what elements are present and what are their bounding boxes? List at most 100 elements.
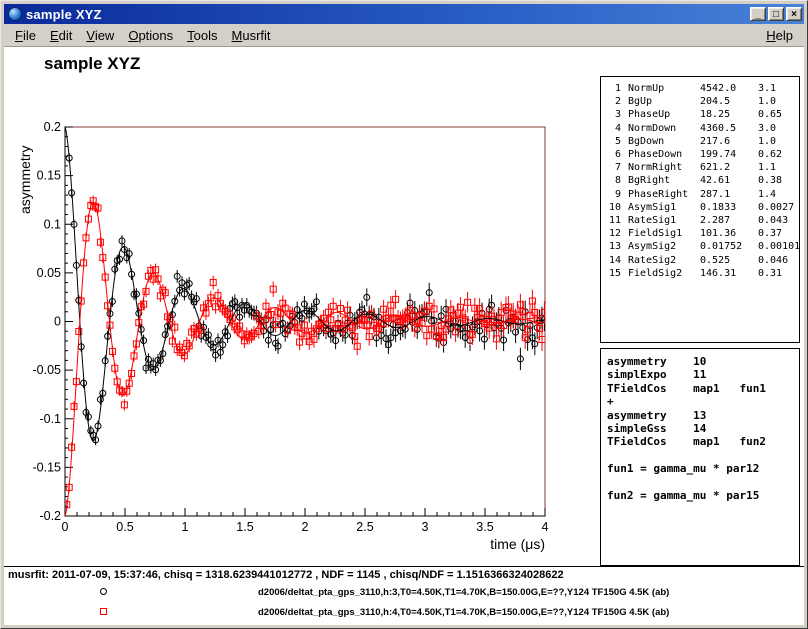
minimize-button[interactable]: _ [750, 7, 766, 21]
svg-text:0.05: 0.05 [37, 266, 61, 280]
param-row: 5BgDown217.61.0 [605, 135, 799, 148]
param-row: 7NormRight621.21.1 [605, 161, 799, 174]
param-name: AsymSig1 [628, 201, 700, 214]
param-name: BgRight [628, 174, 700, 187]
svg-text:4: 4 [542, 520, 549, 534]
theory-line: + [607, 395, 799, 408]
stats-separator [4, 566, 804, 567]
param-error: 0.00101 [758, 240, 800, 253]
param-value: 0.01752 [700, 240, 758, 253]
param-no: 8 [605, 174, 621, 187]
menu-item-view[interactable]: View [79, 26, 121, 45]
param-row: 12 FieldSig1101.360.37 [605, 227, 799, 240]
param-value: 2.287 [700, 214, 758, 227]
theory-line: TFieldCos map1 fun1 [607, 382, 799, 395]
param-row: 2BgUp204.51.0 [605, 95, 799, 108]
param-value: 204.5 [700, 95, 758, 108]
param-name: NormRight [628, 161, 700, 174]
menu-item-musrfit[interactable]: Musrfit [225, 26, 278, 45]
svg-text:0: 0 [54, 315, 61, 329]
menu-item-options[interactable]: Options [121, 26, 180, 45]
param-name: RateSig2 [628, 254, 700, 267]
param-name: PhaseRight [628, 188, 700, 201]
param-name: BgDown [628, 135, 700, 148]
param-row: 9PhaseRight287.11.4 [605, 188, 799, 201]
titlebar[interactable]: sample XYZ _□× [4, 4, 804, 24]
theory-line [607, 476, 799, 489]
parameter-table-rows: 1NormUp4542.03.12BgUp204.51.03PhaseUp18.… [605, 82, 799, 280]
param-error: 3.1 [758, 82, 799, 95]
param-no: 12 [605, 227, 621, 240]
app-icon[interactable] [8, 7, 22, 21]
param-row: 8 BgRight42.610.38 [605, 174, 799, 187]
param-error: 0.37 [758, 227, 799, 240]
param-row: 4NormDown4360.53.0 [605, 122, 799, 135]
menu-item-help[interactable]: Help [759, 26, 800, 45]
svg-text:1.5: 1.5 [236, 520, 253, 534]
param-value: 101.36 [700, 227, 758, 240]
svg-text:3.5: 3.5 [476, 520, 493, 534]
param-error: 1.1 [758, 161, 799, 174]
param-error: 1.0 [758, 135, 799, 148]
legend-label: d2006/deltat_pta_gps_3110,h:3,T0=4.50K,T… [258, 587, 669, 598]
svg-text:0.1: 0.1 [44, 217, 61, 231]
svg-text:0.2: 0.2 [44, 120, 61, 134]
canvas-area: sample XYZ 0.20.150.10.050-0.05-0.1-0.15… [4, 47, 804, 625]
param-error: 0.38 [758, 174, 799, 187]
param-name: FieldSig2 [628, 267, 700, 280]
param-error: 0.62 [758, 148, 799, 161]
menu-item-edit[interactable]: Edit [43, 26, 79, 45]
svg-text:-0.2: -0.2 [39, 509, 61, 523]
svg-text:0: 0 [62, 520, 69, 534]
legend-row: d2006/deltat_pta_gps_3110,h:3,T0=4.50K,T… [4, 584, 804, 602]
theory-line: fun1 = gamma_mu * par12 [607, 462, 799, 475]
param-name: NormUp [628, 82, 700, 95]
y-tick-labels: 0.20.150.10.050-0.05-0.1-0.15-0.2 [33, 120, 62, 523]
param-no: 13 [605, 240, 621, 253]
series-squares [64, 196, 548, 510]
param-no: 11 [605, 214, 621, 227]
param-value: 4360.5 [700, 122, 758, 135]
svg-text:-0.15: -0.15 [33, 460, 62, 474]
legend-marker-square [100, 608, 107, 615]
maximize-button[interactable]: □ [768, 7, 784, 21]
menu-item-file[interactable]: File [8, 26, 43, 45]
legend-row: d2006/deltat_pta_gps_3110,h:4,T0=4.50K,T… [4, 604, 804, 622]
svg-text:0.5: 0.5 [116, 520, 133, 534]
fit-stats: musrfit: 2011-07-09, 15:37:46, chisq = 1… [8, 569, 564, 581]
param-no: 1 [605, 82, 621, 95]
param-value: 199.74 [700, 148, 758, 161]
param-error: 0.65 [758, 108, 799, 121]
param-row: 3 PhaseUp18.250.65 [605, 108, 799, 121]
param-row: 1NormUp4542.03.1 [605, 82, 799, 95]
param-no: 14 [605, 254, 621, 267]
param-value: 0.525 [700, 254, 758, 267]
param-name: FieldSig1 [628, 227, 700, 240]
app-window: sample XYZ _□× FileEditViewOptionsToolsM… [0, 0, 808, 629]
param-name: NormDown [628, 122, 700, 135]
param-error: 0.046 [758, 254, 799, 267]
legend-label: d2006/deltat_pta_gps_3110,h:4,T0=4.50K,T… [258, 607, 669, 618]
series-circles [64, 117, 548, 445]
param-value: 18.25 [700, 108, 758, 121]
param-no: 10 [605, 201, 621, 214]
x-tick-labels: 00.511.522.533.54 [62, 520, 549, 534]
asymmetry-plot[interactable]: 0.20.150.10.050-0.05-0.1-0.15-0.200.511.… [4, 47, 564, 571]
svg-text:3: 3 [422, 520, 429, 534]
param-value: 42.61 [700, 174, 758, 187]
param-name: RateSig1 [628, 214, 700, 227]
theory-line: asymmetry 10 [607, 355, 799, 368]
param-value: 217.6 [700, 135, 758, 148]
param-row: 6PhaseDown199.740.62 [605, 148, 799, 161]
menu-item-tools[interactable]: Tools [180, 26, 224, 45]
param-name: PhaseUp [628, 108, 700, 121]
y-axis-label: asymmetry [17, 146, 33, 214]
param-error: 3.0 [758, 122, 799, 135]
param-row: 11RateSig12.2870.043 [605, 214, 799, 227]
x-axis-label: time (μs) [490, 536, 545, 552]
param-name: PhaseDown [628, 148, 700, 161]
theory-line: TFieldCos map1 fun2 [607, 435, 799, 448]
theory-box: asymmetry 10simplExpo 11TFieldCos map1 f… [600, 348, 800, 566]
param-no: 3 [605, 108, 621, 121]
close-button[interactable]: × [786, 7, 802, 21]
